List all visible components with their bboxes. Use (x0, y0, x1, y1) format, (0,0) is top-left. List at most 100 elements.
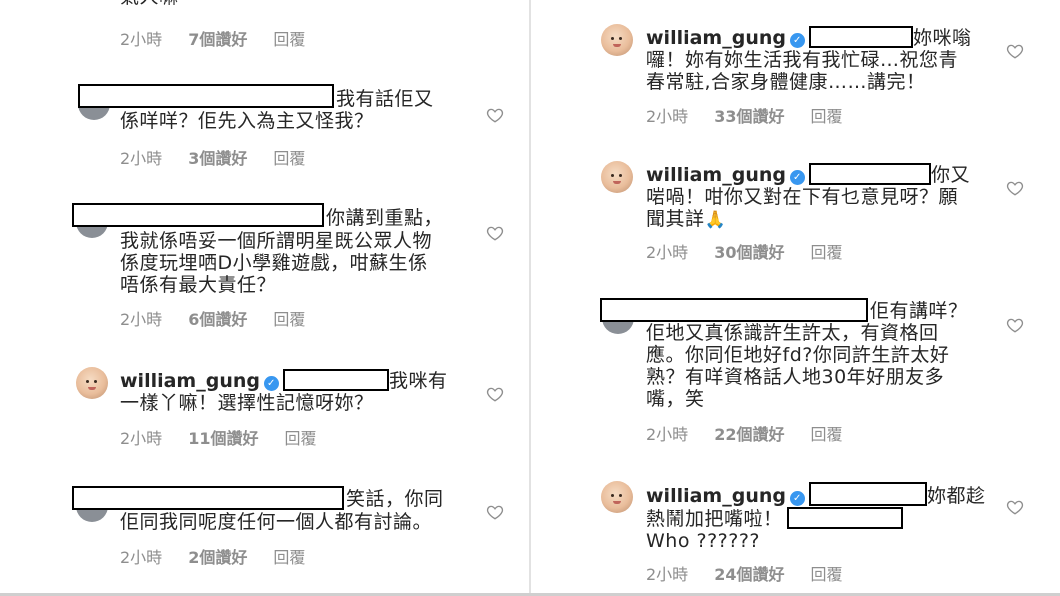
comment-text: william_gung ✓ 妳咪嗡 囉！妳有妳生活我有我忙碌…祝您青 春常駐,合家… (646, 26, 972, 93)
reply-button[interactable]: 回覆 (810, 243, 842, 262)
comment-line: 囉！妳有妳生活我有我忙碌…祝您青 (646, 49, 959, 71)
praying-hands-icon: 🙏 (704, 210, 727, 230)
like-count[interactable]: 3個讚好 (188, 149, 247, 168)
comment-time: 2小時 (120, 548, 163, 567)
reply-button[interactable]: 回覆 (284, 429, 316, 448)
comment-text-cont: 佢地又真係識許生許太，有資格回 應。你同佢地好fd?你同許生許太好 熟？有咩資格… (646, 322, 949, 410)
comment-meta: 2小時 22個讚好 回覆 (646, 421, 868, 445)
comment-line: 唔係有最大責任？ (120, 274, 277, 296)
reply-button[interactable]: 回覆 (273, 30, 305, 49)
comment-line: 我有話佢又 (336, 88, 434, 110)
like-count[interactable]: 2個讚好 (188, 548, 247, 567)
comment-text: 笑話，你同 (346, 488, 444, 510)
redacted-username (72, 486, 344, 510)
comment-text-cont: 我就係唔妥一個所謂明星既公眾人物 係度玩埋哂D小學雞遊戲，咁蘇生係 唔係有最大責… (120, 230, 432, 296)
comment-line: 佢同我同呢度任何一個人都有討論。 (120, 511, 433, 533)
comment-line: 熱鬧加把嘴啦！ (646, 507, 986, 530)
heart-outline-icon[interactable] (486, 224, 504, 242)
reply-button[interactable]: 回覆 (273, 310, 305, 329)
comment-text-fragment: 我咪有 (388, 370, 448, 392)
avatar-baby-icon[interactable] (76, 367, 108, 399)
like-count[interactable]: 30個讚好 (714, 243, 784, 262)
comment-text-cont: 係咩咩？佢先入為主又怪我？ (120, 110, 374, 132)
comment-time: 2小時 (646, 107, 689, 126)
heart-outline-icon[interactable] (486, 106, 504, 124)
comment-meta: 2小時 6個讚好 回覆 (120, 306, 331, 330)
redacted-mention (282, 369, 389, 391)
username-link[interactable]: william_gung (646, 485, 786, 507)
comment-meta: 2小時 33個讚好 回覆 (646, 103, 868, 127)
heart-outline-icon[interactable] (486, 385, 504, 403)
comment-meta: 2小時 30個讚好 回覆 (646, 239, 868, 263)
comment-text-fragment: 妳咪嗡 (912, 27, 972, 49)
comment-line: 一樣丫嘛！選擇性記憶呀妳？ (120, 392, 374, 414)
redacted-mention (808, 163, 931, 185)
comment-line: 我就係唔妥一個所謂明星既公眾人物 (120, 230, 433, 252)
heart-outline-icon[interactable] (1006, 179, 1024, 197)
comment-text-fragment: 聞其詳 (646, 208, 705, 230)
username-link[interactable]: william_gung (646, 164, 786, 186)
comment-text: william_gung ✓ 你又 啱喎！咁你又對在下有乜意見呀？願 聞其詳🙏 (646, 163, 970, 231)
comment-text: 我有話佢又 (336, 88, 434, 110)
reply-button[interactable]: 回覆 (273, 548, 305, 567)
like-count[interactable]: 7個讚好 (188, 30, 247, 49)
avatar-baby-icon[interactable] (601, 161, 633, 193)
comment-line: 笑話，你同 (346, 488, 444, 510)
verified-badge-icon: ✓ (789, 170, 805, 185)
comment-text: william_gung ✓ 妳都趁 熱鬧加把嘴啦！ Who ?????? (646, 482, 986, 552)
comment-time: 2小時 (120, 429, 163, 448)
comment-line: 熟？有咩資格話人地30年好朋友多 (646, 366, 945, 388)
reply-button[interactable]: 回覆 (810, 107, 842, 126)
comment-line: william_gung ✓ 妳都趁 (646, 482, 986, 507)
comment-line: Who ?????? (646, 530, 760, 552)
redacted-mention (808, 26, 913, 48)
heart-outline-icon[interactable] (1006, 316, 1024, 334)
comment-text-fragment: 妳都趁 (926, 485, 986, 507)
comment-meta: 2小時 11個讚好 回覆 (120, 425, 342, 449)
like-count[interactable]: 11個讚好 (188, 429, 258, 448)
comment-text: 你講到重點， (326, 207, 443, 229)
redacted-username (78, 84, 334, 108)
comment-time: 2小時 (646, 243, 689, 262)
like-count[interactable]: 6個讚好 (188, 310, 247, 329)
comment-line: 啱喎！咁你又對在下有乜意見呀？願 (646, 186, 959, 208)
comment-time: 2小時 (646, 425, 689, 444)
comment-time: 2小時 (120, 149, 163, 168)
verified-badge-icon: ✓ (263, 376, 279, 391)
comment-line: 你講到重點， (326, 207, 444, 229)
comment-text: 佢有講咩？ (870, 300, 968, 322)
comment-line: 春常駐,合家身體健康……講完！ (646, 71, 926, 93)
like-count[interactable]: 33個讚好 (714, 107, 784, 126)
comment-line: 佢有講咩？ (870, 300, 968, 322)
comment-meta: 2小時 3個讚好 回覆 (120, 145, 331, 169)
heart-outline-icon[interactable] (1006, 498, 1024, 516)
username-link[interactable]: william_gung (646, 27, 786, 49)
comment-text-fragment: 你又 (930, 164, 970, 186)
comment-time: 2小時 (120, 30, 163, 49)
comment-line: william_gung ✓ 我咪有 (120, 369, 448, 392)
reply-button[interactable]: 回覆 (273, 149, 305, 168)
reply-button[interactable]: 回覆 (810, 565, 842, 584)
comment-line: william_gung ✓ 你又 (646, 163, 970, 186)
comment-text: william_gung ✓ 我咪有 一樣丫嘛！選擇性記憶呀妳？ (120, 369, 448, 414)
like-count[interactable]: 24個讚好 (714, 565, 784, 584)
heart-outline-icon[interactable] (486, 503, 504, 521)
reply-button[interactable]: 回覆 (810, 425, 842, 444)
comment-line: 嘴，笑 (646, 388, 705, 410)
comment-text: 氣人嘛 (120, 0, 179, 8)
comment-line: 氣人嘛 (120, 0, 179, 8)
heart-outline-icon[interactable] (1006, 42, 1024, 60)
comment-line: 係咩咩？佢先入為主又怪我？ (120, 110, 374, 132)
avatar-baby-icon[interactable] (601, 481, 633, 513)
comment-line: 佢地又真係識許生許太，有資格回 (646, 322, 939, 344)
like-count[interactable]: 22個讚好 (714, 425, 784, 444)
verified-badge-icon: ✓ (789, 491, 805, 506)
avatar-baby-icon[interactable] (601, 24, 633, 56)
comment-line: 係度玩埋哂D小學雞遊戲，咁蘇生係 (120, 252, 428, 274)
username-link[interactable]: william_gung (120, 370, 260, 392)
comment-text-fragment: 熱鬧加把嘴啦！ (646, 508, 783, 530)
verified-badge-icon: ✓ (789, 33, 805, 48)
comment-meta: 2小時 2個讚好 回覆 (120, 544, 331, 568)
comment-line: william_gung ✓ 妳咪嗡 (646, 26, 972, 49)
redacted-username (72, 203, 324, 227)
